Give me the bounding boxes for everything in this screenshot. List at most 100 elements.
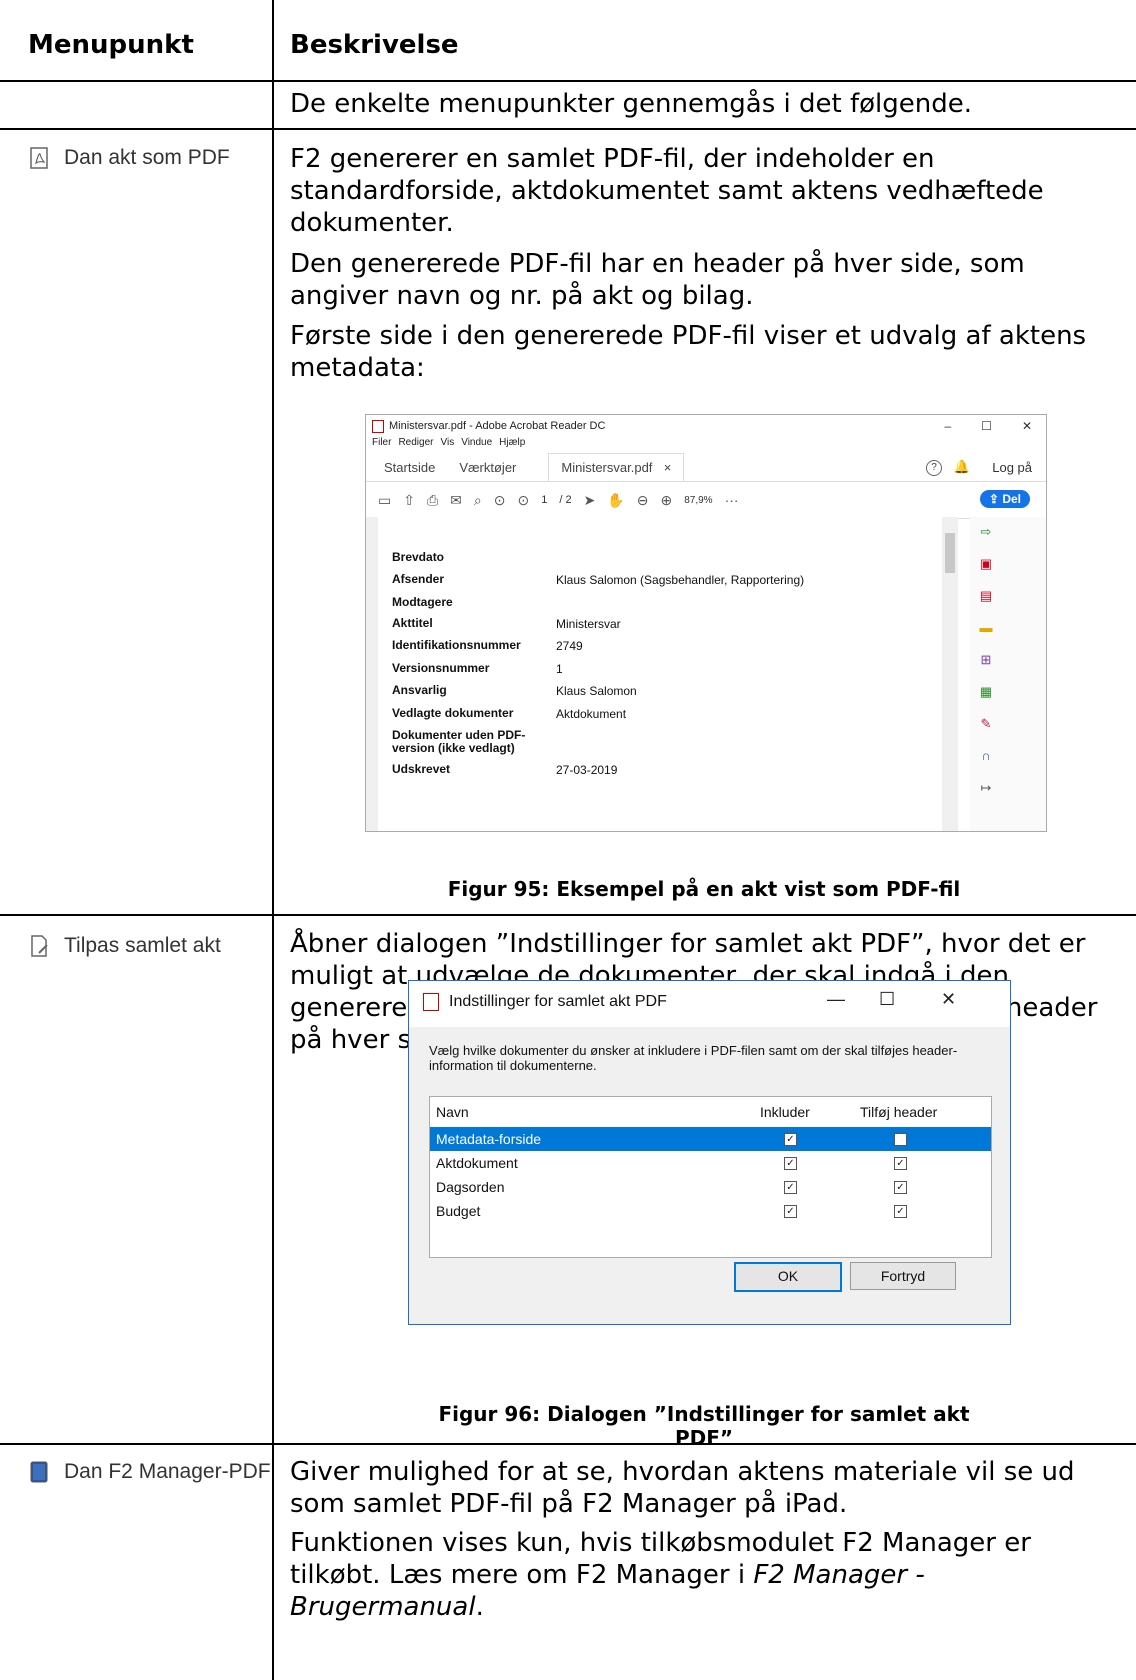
create-pdf-icon[interactable]: ▣ [978,557,994,571]
acrobat-menubar: Filer Rediger Vis Vindue Hjælp [366,437,1046,453]
scrollbar-thumb[interactable] [945,533,955,573]
settings-dialog: Indstillinger for samlet akt PDF — ☐ ✕ V… [408,980,1011,1325]
column-header-tilfoej-header[interactable]: Tilføj header [860,1097,937,1127]
menu-filer[interactable]: Filer [372,437,391,453]
close-icon[interactable]: ✕ [1022,419,1032,433]
header-menupunkt: Menupunkt [28,30,194,60]
tab-startside[interactable]: Startside [372,460,447,481]
meta-key: Modtagere [392,595,453,609]
pdf-icon [372,419,384,433]
row-name: Dagsorden [436,1179,505,1195]
menu-vindue[interactable]: Vindue [461,437,492,453]
menu-label: Dan F2 Manager-PDF [64,1460,271,1483]
header-checkbox[interactable]: ✓ [894,1205,907,1218]
zoom-level[interactable]: 87,9% [684,495,712,506]
zoom-out-icon[interactable]: ⊖ [637,492,649,509]
dialog-title: Indstillinger for samlet akt PDF [449,993,667,1010]
protect-icon[interactable]: ∩ [978,749,994,763]
collapse-panel-icon[interactable]: ↦ [978,781,994,795]
acrobat-screenshot: Ministersvar.pdf - Adobe Acrobat Reader … [365,414,1047,832]
grid-row[interactable]: Dagsorden ✓ ✓ [430,1175,991,1199]
share-button[interactable]: ⇪ Del [979,490,1030,508]
ok-button[interactable]: OK [734,1262,842,1292]
maximize-icon[interactable]: ☐ [981,419,992,433]
meta-key: Identifikationsnummer [392,638,521,652]
meta-value: Ministersvar [556,617,621,631]
tab-close-icon[interactable]: × [664,460,672,475]
description-paragraph: Den genererede PDF-fil har en header på … [290,249,1025,311]
comment-icon[interactable]: ▬ [978,621,994,635]
search-icon[interactable]: ⌕ [474,492,482,509]
tab-label: Ministersvar.pdf [561,460,653,475]
include-checkbox[interactable]: ✓ [784,1133,797,1146]
row-divider [0,914,1136,916]
print-icon[interactable]: ⎙ [427,492,438,509]
page-down-icon[interactable]: ⊙ [517,492,529,509]
include-checkbox[interactable]: ✓ [784,1181,797,1194]
meta-key: Vedlagte dokumenter [392,706,514,720]
more-icon[interactable]: ··· [725,492,739,508]
bell-icon[interactable]: 🔔 [954,459,970,475]
header-checkbox[interactable]: ✓ [894,1157,907,1170]
menu-item-dan-akt-som-pdf: Dan akt som PDF [28,146,230,170]
minimize-icon[interactable]: — [827,989,845,1010]
document-grid: Navn Inkluder Tilføj header Metadata-for… [429,1096,992,1258]
close-icon[interactable]: ✕ [941,989,956,1010]
meta-key: Dokumenter uden PDF-version (ikke vedlag… [392,728,526,755]
left-panel-toggle[interactable] [366,517,378,831]
meta-value: 1 [556,662,563,676]
upload-icon[interactable]: ⇧ [403,492,415,509]
help-icon[interactable]: ? [926,460,942,476]
page-total: / 2 [559,494,572,506]
column-header-navn[interactable]: Navn [436,1097,469,1127]
description-paragraph: Giver mulighed for at se, hvordan aktens… [290,1457,1075,1519]
minimize-icon[interactable]: – [944,419,951,433]
meta-value: 27-03-2019 [556,763,618,777]
organize-pages-icon[interactable]: ▤ [978,589,994,603]
page-current[interactable]: 1 [541,494,547,506]
cancel-button[interactable]: Fortryd [850,1262,956,1290]
header-checkbox[interactable] [894,1133,907,1146]
header-checkbox[interactable]: ✓ [894,1181,907,1194]
grid-row[interactable]: Metadata-forside ✓ [430,1127,991,1151]
export-pdf-icon[interactable]: ⇨ [978,525,994,539]
dialog-description: Vælg hvilke dokumenter du ønsker at inkl… [429,1043,958,1073]
tab-ministersvar[interactable]: Ministersvar.pdf × [548,453,685,481]
column-header-inkluder[interactable]: Inkluder [760,1097,810,1127]
zoom-in-icon[interactable]: ⊕ [660,492,672,509]
acrobat-window-title: Ministersvar.pdf - Adobe Acrobat Reader … [389,420,606,432]
menu-vis[interactable]: Vis [440,437,454,453]
save-icon[interactable]: ▭ [378,492,391,509]
menu-hjaelp[interactable]: Hjælp [499,437,525,453]
meta-value: 2749 [556,639,583,653]
hand-icon[interactable]: ✋ [607,492,624,509]
acrobat-titlebar: Ministersvar.pdf - Adobe Acrobat Reader … [366,415,1046,437]
description-paragraph: F2 genererer en samlet PDF-fil, der inde… [290,144,1044,238]
meta-key: Udskrevet [392,762,451,776]
login-link[interactable]: Log på [992,460,1032,475]
grid-row[interactable]: Budget ✓ ✓ [430,1199,991,1223]
row-divider [0,128,1136,130]
acrobat-toolbar: ▭ ⇧ ⎙ ✉ ⌕ ⊙ ⊙ 1 / 2 ➤ ✋ ⊖ ⊕ 87,9% ··· ⇪ … [366,482,1046,519]
row-name: Budget [436,1203,481,1219]
menu-item-tilpas-samlet-akt: Tilpas samlet akt [28,934,221,958]
compress-icon[interactable]: ▦ [978,685,994,699]
page-up-icon[interactable]: ⊙ [494,492,506,509]
meta-key: Ansvarlig [392,683,447,697]
combine-icon[interactable]: ⊞ [978,653,994,667]
mail-icon[interactable]: ✉ [450,492,462,509]
menu-rediger[interactable]: Rediger [398,437,433,453]
share-label: Del [1002,492,1021,506]
meta-key: Versionsnummer [392,661,490,675]
tab-vaerktoejer[interactable]: Værktøjer [447,460,528,481]
include-checkbox[interactable]: ✓ [784,1157,797,1170]
include-checkbox[interactable]: ✓ [784,1205,797,1218]
document-edit-icon [31,935,48,957]
header-divider [0,80,1136,82]
sign-icon[interactable]: ✎ [978,717,994,731]
row-name: Aktdokument [436,1155,518,1171]
grid-row[interactable]: Aktdokument ✓ ✓ [430,1151,991,1175]
acrobat-tabbar: Startside Værktøjer Ministersvar.pdf × ?… [366,453,1046,482]
cursor-icon[interactable]: ➤ [584,492,596,509]
maximize-icon[interactable]: ☐ [879,989,895,1010]
